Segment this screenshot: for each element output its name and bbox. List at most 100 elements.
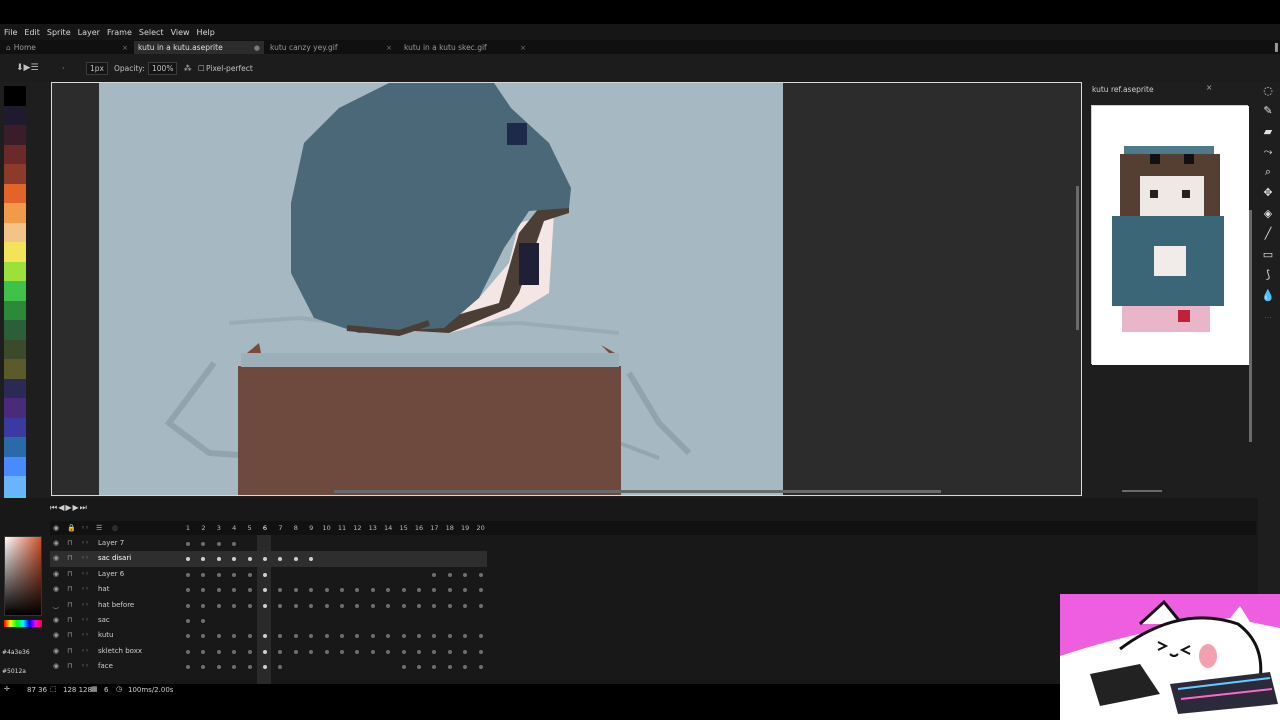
cel[interactable] bbox=[463, 665, 468, 670]
cel[interactable] bbox=[186, 619, 190, 623]
cel[interactable] bbox=[201, 588, 206, 593]
eye-icon[interactable]: ◉ bbox=[53, 539, 59, 547]
cel[interactable] bbox=[232, 603, 237, 608]
continuous-icon[interactable]: ◦◦ bbox=[81, 524, 89, 532]
cel[interactable] bbox=[201, 603, 206, 608]
canvas-vertical-scrollbar[interactable] bbox=[1076, 186, 1079, 330]
frame-number[interactable]: 11 bbox=[335, 524, 349, 532]
sprite-artwork[interactable] bbox=[99, 83, 783, 495]
layer-name[interactable]: kutu bbox=[98, 631, 113, 639]
cel[interactable] bbox=[401, 649, 406, 654]
palette-swatch[interactable] bbox=[4, 417, 26, 437]
cel[interactable] bbox=[247, 588, 252, 593]
canvas-horizontal-scrollbar[interactable] bbox=[334, 490, 941, 493]
layer-name[interactable]: Layer 6 bbox=[98, 570, 124, 578]
eye-icon[interactable]: ◉ bbox=[53, 554, 59, 562]
palette-swatch[interactable] bbox=[4, 164, 26, 184]
close-icon[interactable]: × bbox=[386, 44, 392, 52]
cel[interactable] bbox=[478, 634, 483, 639]
cel[interactable] bbox=[309, 603, 314, 608]
cel[interactable] bbox=[463, 572, 468, 577]
tabs-overflow-icon[interactable]: ▐ bbox=[1268, 41, 1280, 54]
tab-kutu-in-a-kutu[interactable]: kutu in a kutu.aseprite ● bbox=[134, 41, 264, 54]
menu-sprite[interactable]: Sprite bbox=[47, 28, 71, 37]
cel[interactable] bbox=[186, 634, 190, 639]
layer-name[interactable]: Layer 7 bbox=[98, 539, 124, 547]
cel[interactable] bbox=[216, 649, 221, 654]
layer-row[interactable]: ◉ ⊓ ◦◦ hat bbox=[50, 582, 487, 597]
eye-icon[interactable]: ◉ bbox=[53, 631, 59, 639]
playback-controls[interactable]: ⏮◀▶▶⏭ bbox=[50, 503, 88, 513]
cel[interactable] bbox=[401, 665, 406, 670]
lock-icon[interactable]: ⊓ bbox=[67, 554, 72, 562]
cel[interactable] bbox=[447, 649, 452, 654]
eraser-icon[interactable]: ▰ bbox=[1258, 121, 1278, 142]
cel[interactable] bbox=[216, 542, 221, 546]
cel[interactable] bbox=[432, 634, 437, 639]
frame-number[interactable]: 7 bbox=[273, 524, 287, 532]
layer-row[interactable]: ‿ ⊓ ◦◦ hat before bbox=[50, 598, 487, 613]
cel[interactable] bbox=[432, 649, 437, 654]
cel[interactable] bbox=[463, 634, 468, 639]
palette-swatch[interactable] bbox=[4, 437, 26, 457]
cel[interactable] bbox=[370, 634, 375, 639]
cel[interactable] bbox=[216, 634, 221, 639]
frame-number[interactable]: 13 bbox=[366, 524, 380, 532]
cel[interactable] bbox=[263, 649, 267, 654]
cel[interactable] bbox=[309, 634, 314, 639]
contour-icon[interactable]: ⟆ bbox=[1258, 265, 1278, 286]
frame-number[interactable]: 20 bbox=[474, 524, 488, 532]
eye-icon[interactable]: ◉ bbox=[53, 524, 59, 532]
frame-number[interactable]: 2 bbox=[196, 524, 210, 532]
cel[interactable] bbox=[340, 588, 344, 593]
eye-icon[interactable]: ◉ bbox=[53, 647, 59, 655]
cel[interactable] bbox=[478, 572, 483, 577]
lasso-icon[interactable]: ◌ bbox=[1258, 80, 1278, 101]
rectangle-icon[interactable]: ▭ bbox=[1258, 244, 1278, 265]
layers-icon[interactable]: ☰ bbox=[96, 524, 102, 532]
cel[interactable] bbox=[417, 588, 421, 593]
cel[interactable] bbox=[263, 665, 267, 670]
cel[interactable] bbox=[447, 665, 452, 670]
text-icon[interactable]: … bbox=[1258, 306, 1278, 327]
lock-icon[interactable]: 🔒 bbox=[67, 524, 76, 532]
layer-name[interactable]: face bbox=[98, 662, 113, 670]
eye-icon[interactable]: ◉ bbox=[53, 585, 59, 593]
lock-icon[interactable]: ⊓ bbox=[67, 539, 72, 547]
cel[interactable] bbox=[355, 603, 360, 608]
cel[interactable] bbox=[355, 649, 360, 654]
brush-size-field[interactable]: 1px bbox=[86, 62, 108, 75]
cel[interactable] bbox=[417, 603, 421, 608]
cel[interactable] bbox=[293, 588, 298, 593]
cel[interactable] bbox=[278, 603, 283, 608]
lock-icon[interactable]: ⊓ bbox=[67, 631, 72, 639]
cel[interactable] bbox=[186, 588, 190, 593]
frame-number[interactable]: 10 bbox=[320, 524, 334, 532]
cel[interactable] bbox=[247, 603, 252, 608]
frame-number[interactable]: 9 bbox=[304, 524, 318, 532]
layer-row[interactable]: ◉ ⊓ ◦◦ skletch boxx bbox=[50, 644, 487, 659]
cel[interactable] bbox=[401, 588, 406, 593]
cel[interactable] bbox=[417, 665, 421, 670]
continuous-icon[interactable]: ◦◦ bbox=[81, 554, 89, 562]
continuous-icon[interactable]: ◦◦ bbox=[81, 631, 89, 639]
cel[interactable] bbox=[309, 649, 314, 654]
cel[interactable] bbox=[293, 634, 298, 639]
palette-swatch[interactable] bbox=[4, 281, 26, 301]
cel[interactable] bbox=[263, 588, 267, 593]
onion-skin-icon[interactable]: ◍ bbox=[112, 524, 118, 532]
cel[interactable] bbox=[232, 649, 237, 654]
cel[interactable] bbox=[478, 603, 483, 608]
cel[interactable] bbox=[401, 603, 406, 608]
cel[interactable] bbox=[355, 634, 360, 639]
cel[interactable] bbox=[324, 603, 329, 608]
cel[interactable] bbox=[386, 634, 391, 639]
cel[interactable] bbox=[463, 588, 468, 593]
palette-swatch[interactable] bbox=[4, 398, 26, 418]
continuous-icon[interactable]: ◦◦ bbox=[81, 601, 89, 609]
paint-bucket-icon[interactable]: ◈ bbox=[1258, 203, 1278, 224]
cel[interactable] bbox=[401, 634, 406, 639]
cel[interactable] bbox=[232, 665, 237, 670]
tab-home[interactable]: ⌂ Home × bbox=[2, 41, 132, 54]
pixel-perfect-checkbox[interactable]: ☐ bbox=[198, 64, 205, 73]
